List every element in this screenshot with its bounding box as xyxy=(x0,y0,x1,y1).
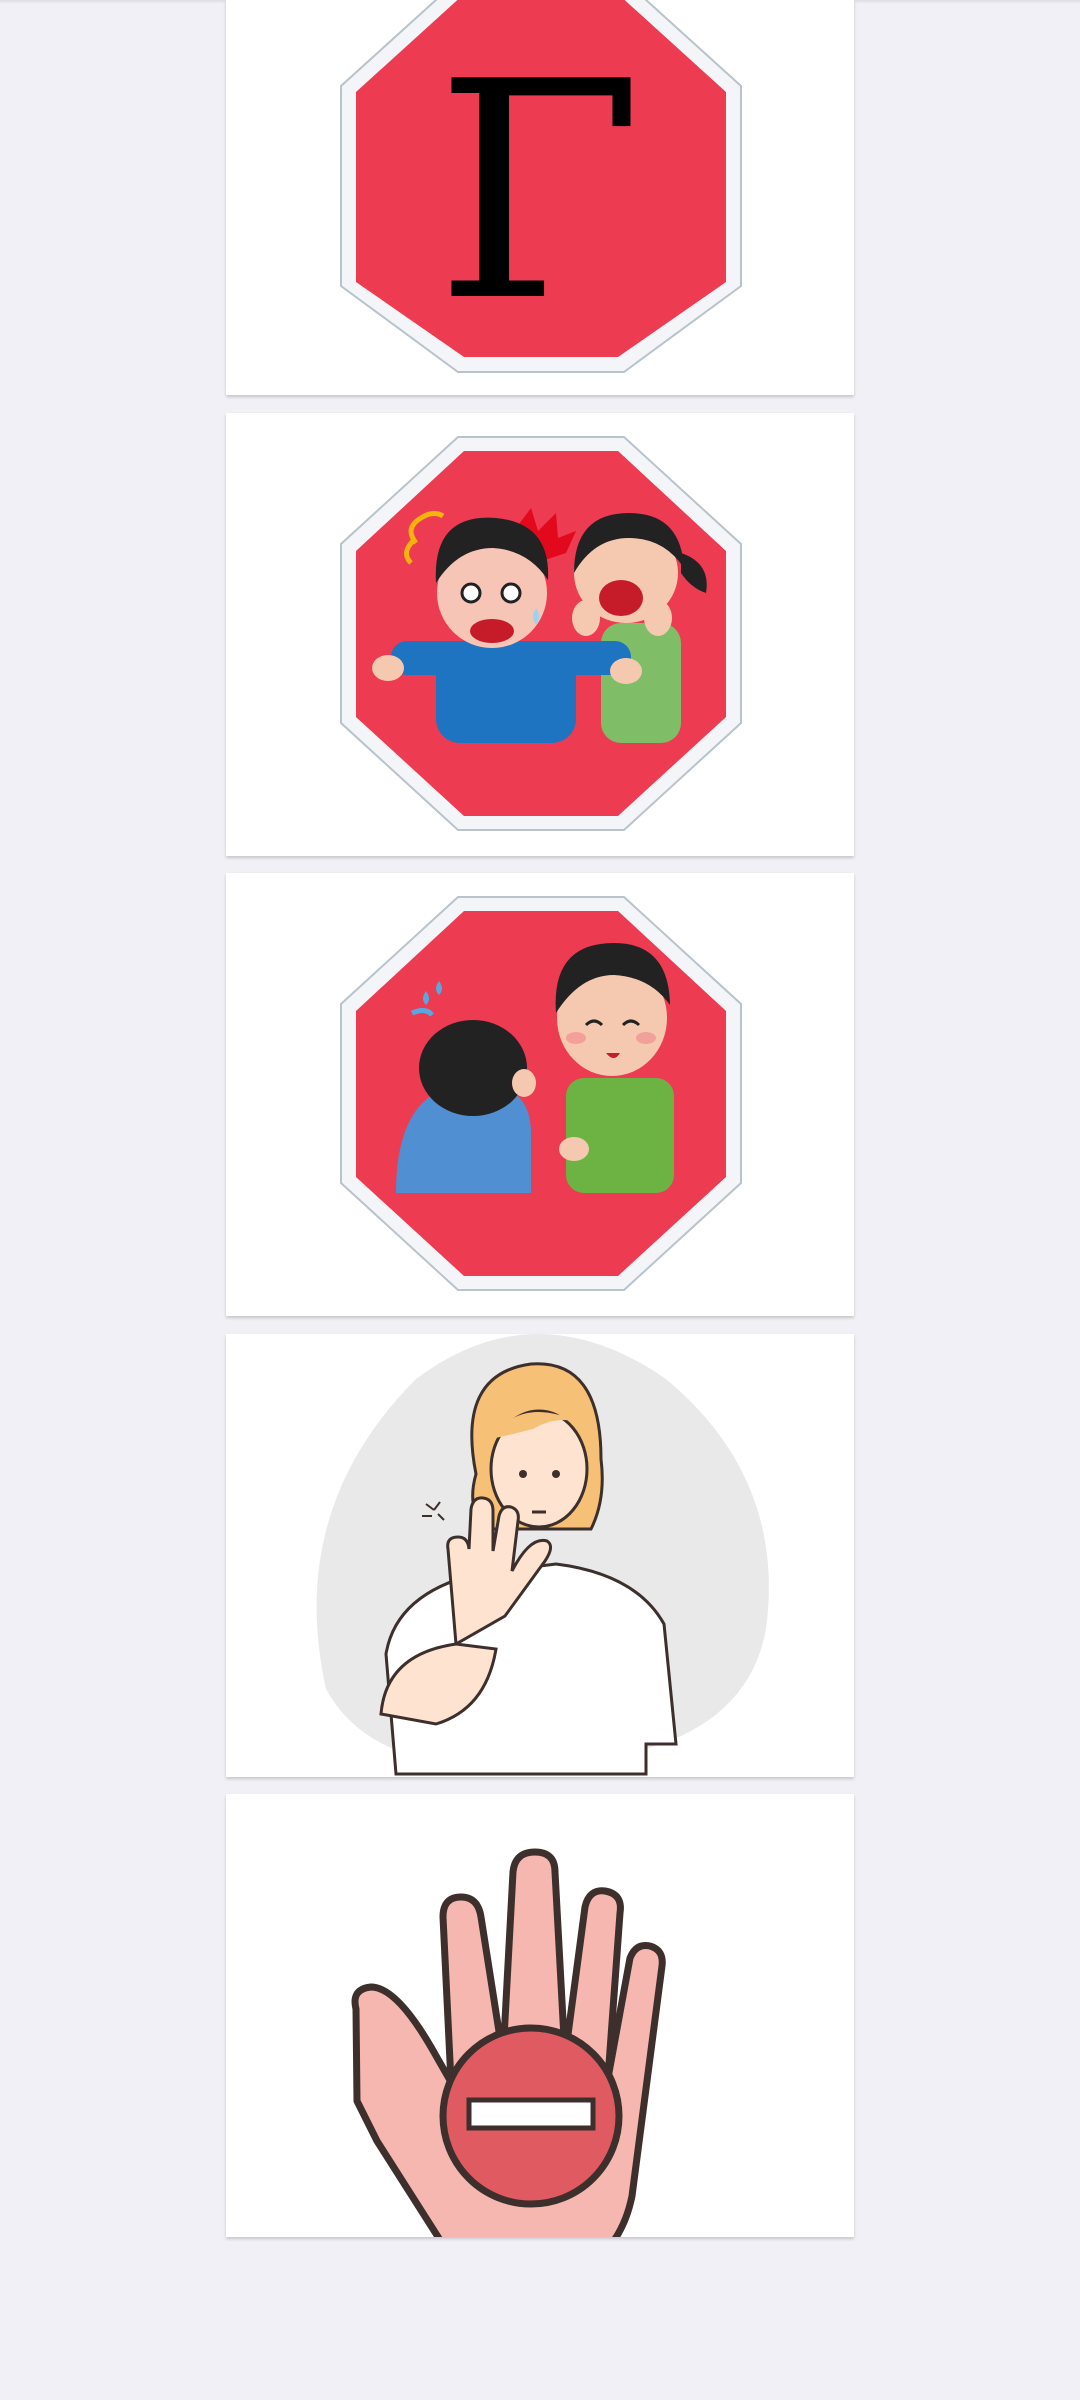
stop-sign-whisper-kids-icon xyxy=(340,896,742,1291)
woman-stop-hand-icon xyxy=(316,1334,769,1776)
symbol-card-stop-kids-whisper[interactable] xyxy=(226,873,854,1316)
gamma-letter: Γ xyxy=(435,18,643,367)
hand-no-entry-icon xyxy=(351,1848,666,2237)
symbol-card-stop-gamma[interactable]: Γ xyxy=(226,0,854,395)
symbol-card-stop-kids-surprised[interactable] xyxy=(226,413,854,856)
symbol-card-hand-no-entry[interactable] xyxy=(226,1794,854,2237)
symbol-card-woman-stop-gesture[interactable] xyxy=(226,1334,854,1777)
stop-sign-icon: Γ xyxy=(340,0,742,373)
stop-sign-surprised-kids-icon xyxy=(340,436,742,831)
